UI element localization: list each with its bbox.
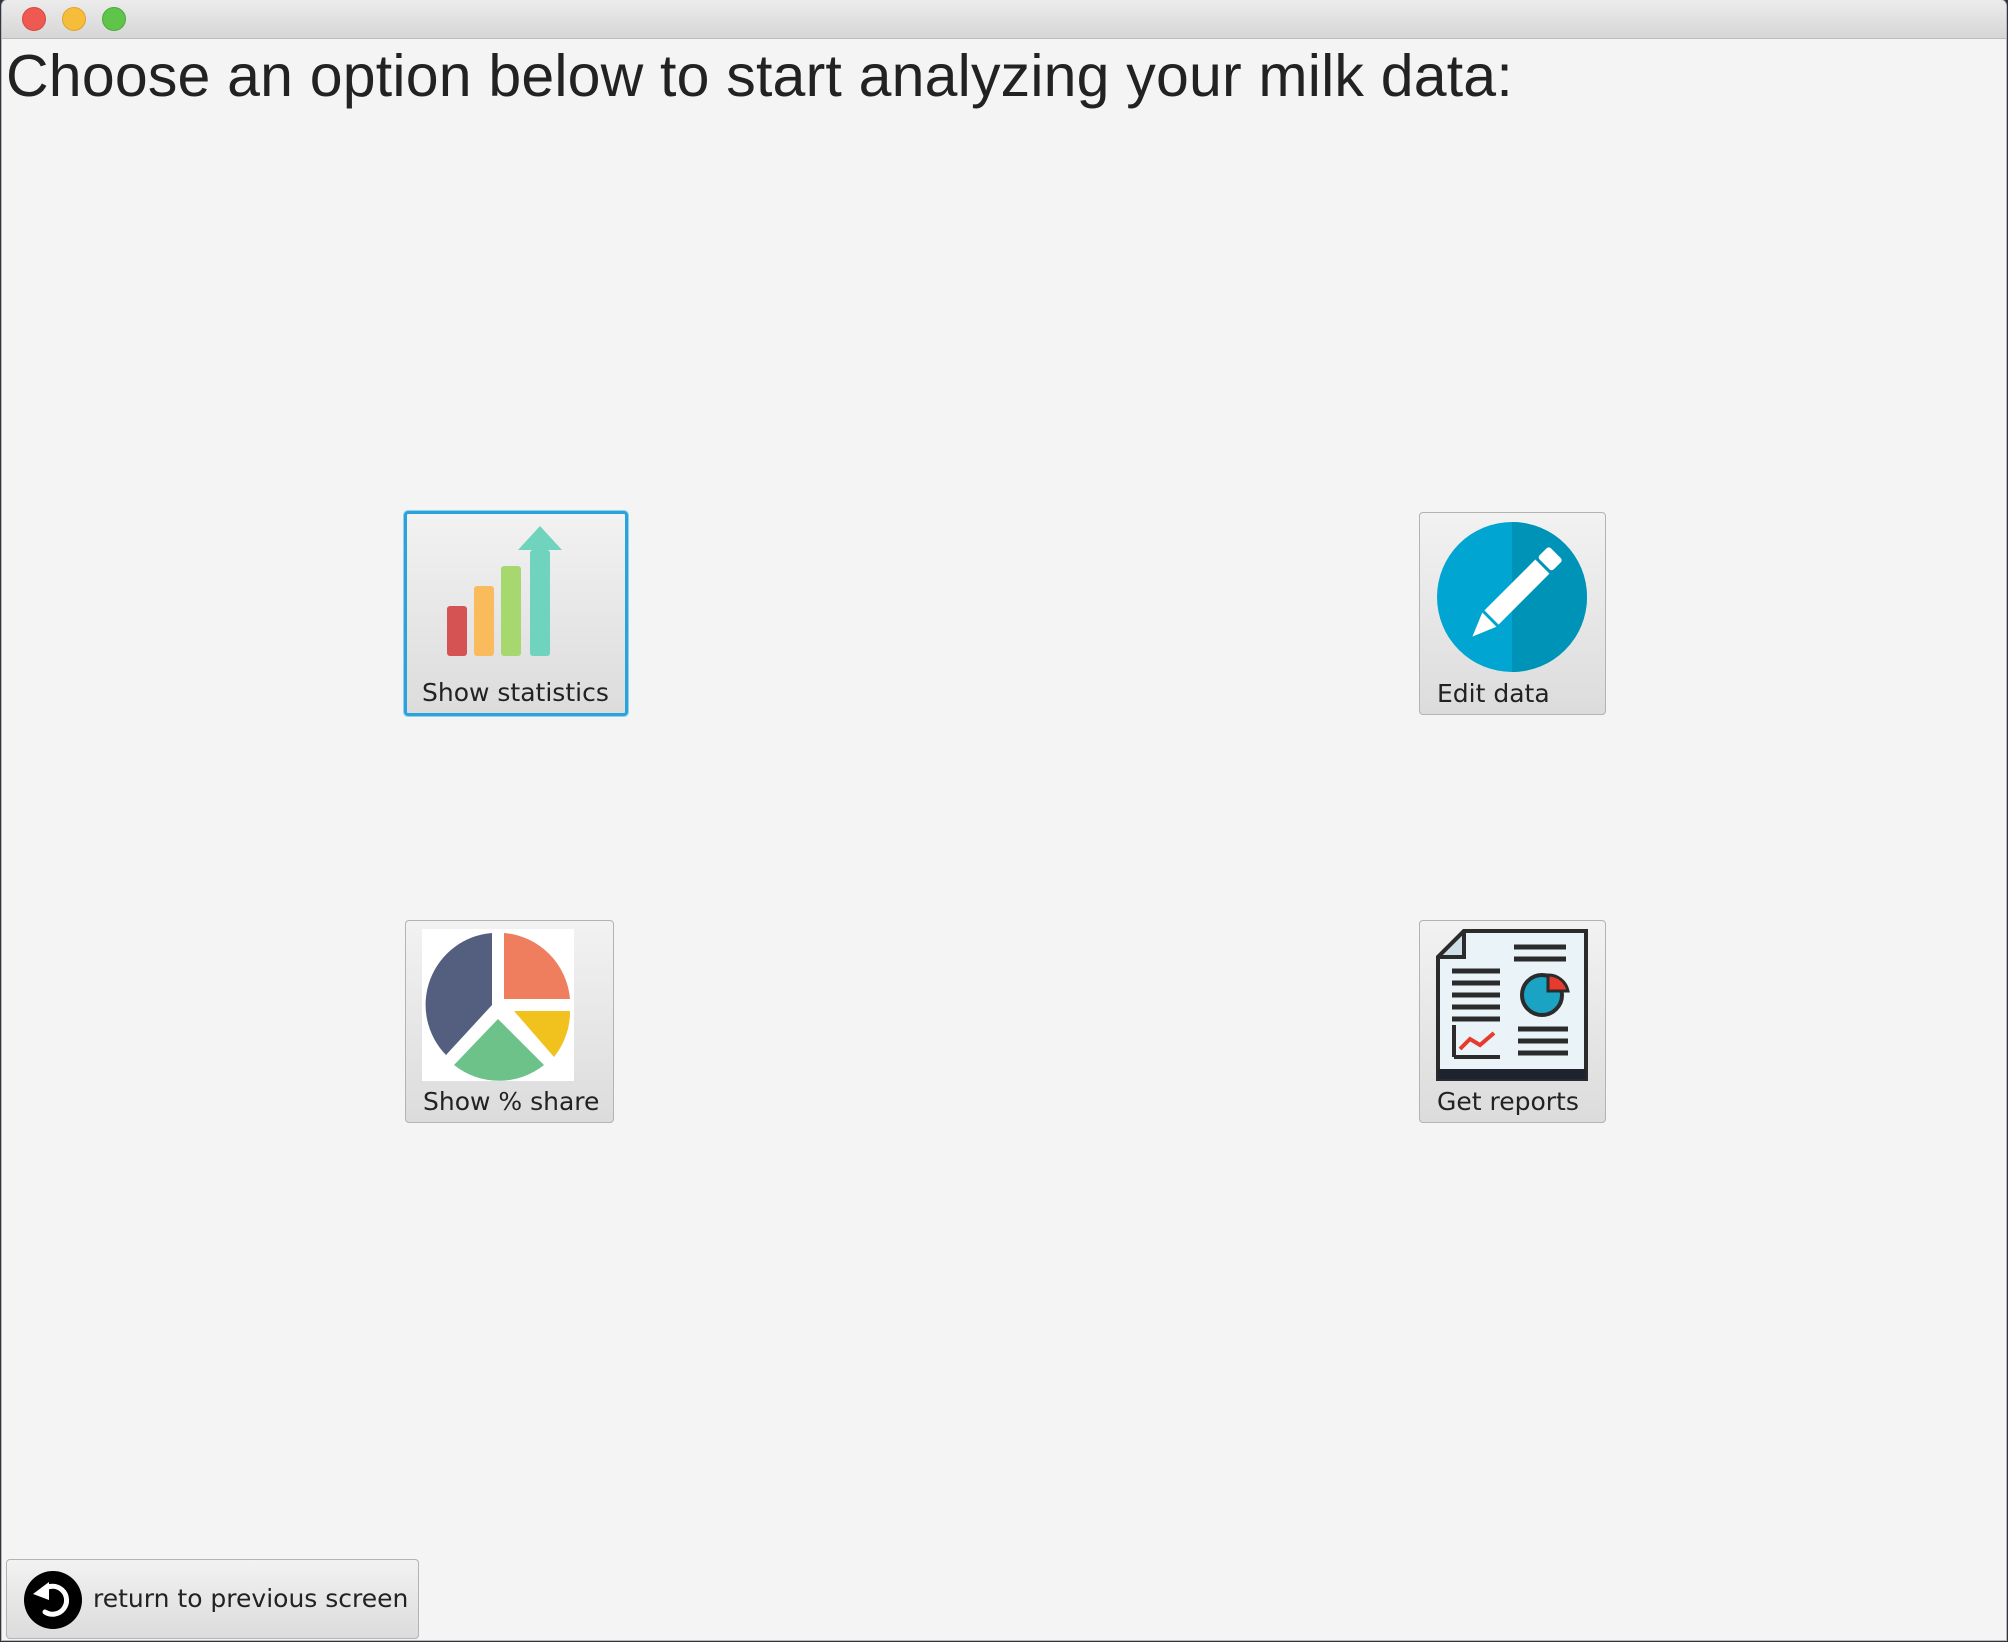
return-button-label: return to previous screen	[93, 1584, 409, 1613]
close-window-button[interactable]	[22, 7, 46, 31]
app-window: Choose an option below to start analyzin…	[2, 0, 2006, 1640]
pie-chart-icon	[422, 929, 574, 1081]
get-reports-label: Get reports	[1437, 1087, 1579, 1116]
return-to-previous-screen-button[interactable]: return to previous screen	[6, 1559, 419, 1639]
minimize-window-button[interactable]	[62, 7, 86, 31]
page-heading: Choose an option below to start analyzin…	[6, 43, 1513, 109]
show-share-button[interactable]: Show % share	[405, 920, 614, 1123]
show-statistics-button[interactable]: Show statistics	[404, 511, 628, 716]
edit-data-label: Edit data	[1437, 679, 1550, 708]
zoom-window-button[interactable]	[102, 7, 126, 31]
pencil-icon	[1437, 522, 1587, 672]
show-share-label: Show % share	[423, 1087, 600, 1116]
bar-chart-arrow-icon	[447, 526, 562, 656]
report-document-icon	[1436, 929, 1588, 1081]
edit-data-button[interactable]: Edit data	[1419, 512, 1606, 715]
title-bar	[2, 0, 2006, 39]
get-reports-button[interactable]: Get reports	[1419, 920, 1606, 1123]
show-statistics-label: Show statistics	[422, 678, 609, 707]
return-arrow-icon	[24, 1571, 82, 1629]
